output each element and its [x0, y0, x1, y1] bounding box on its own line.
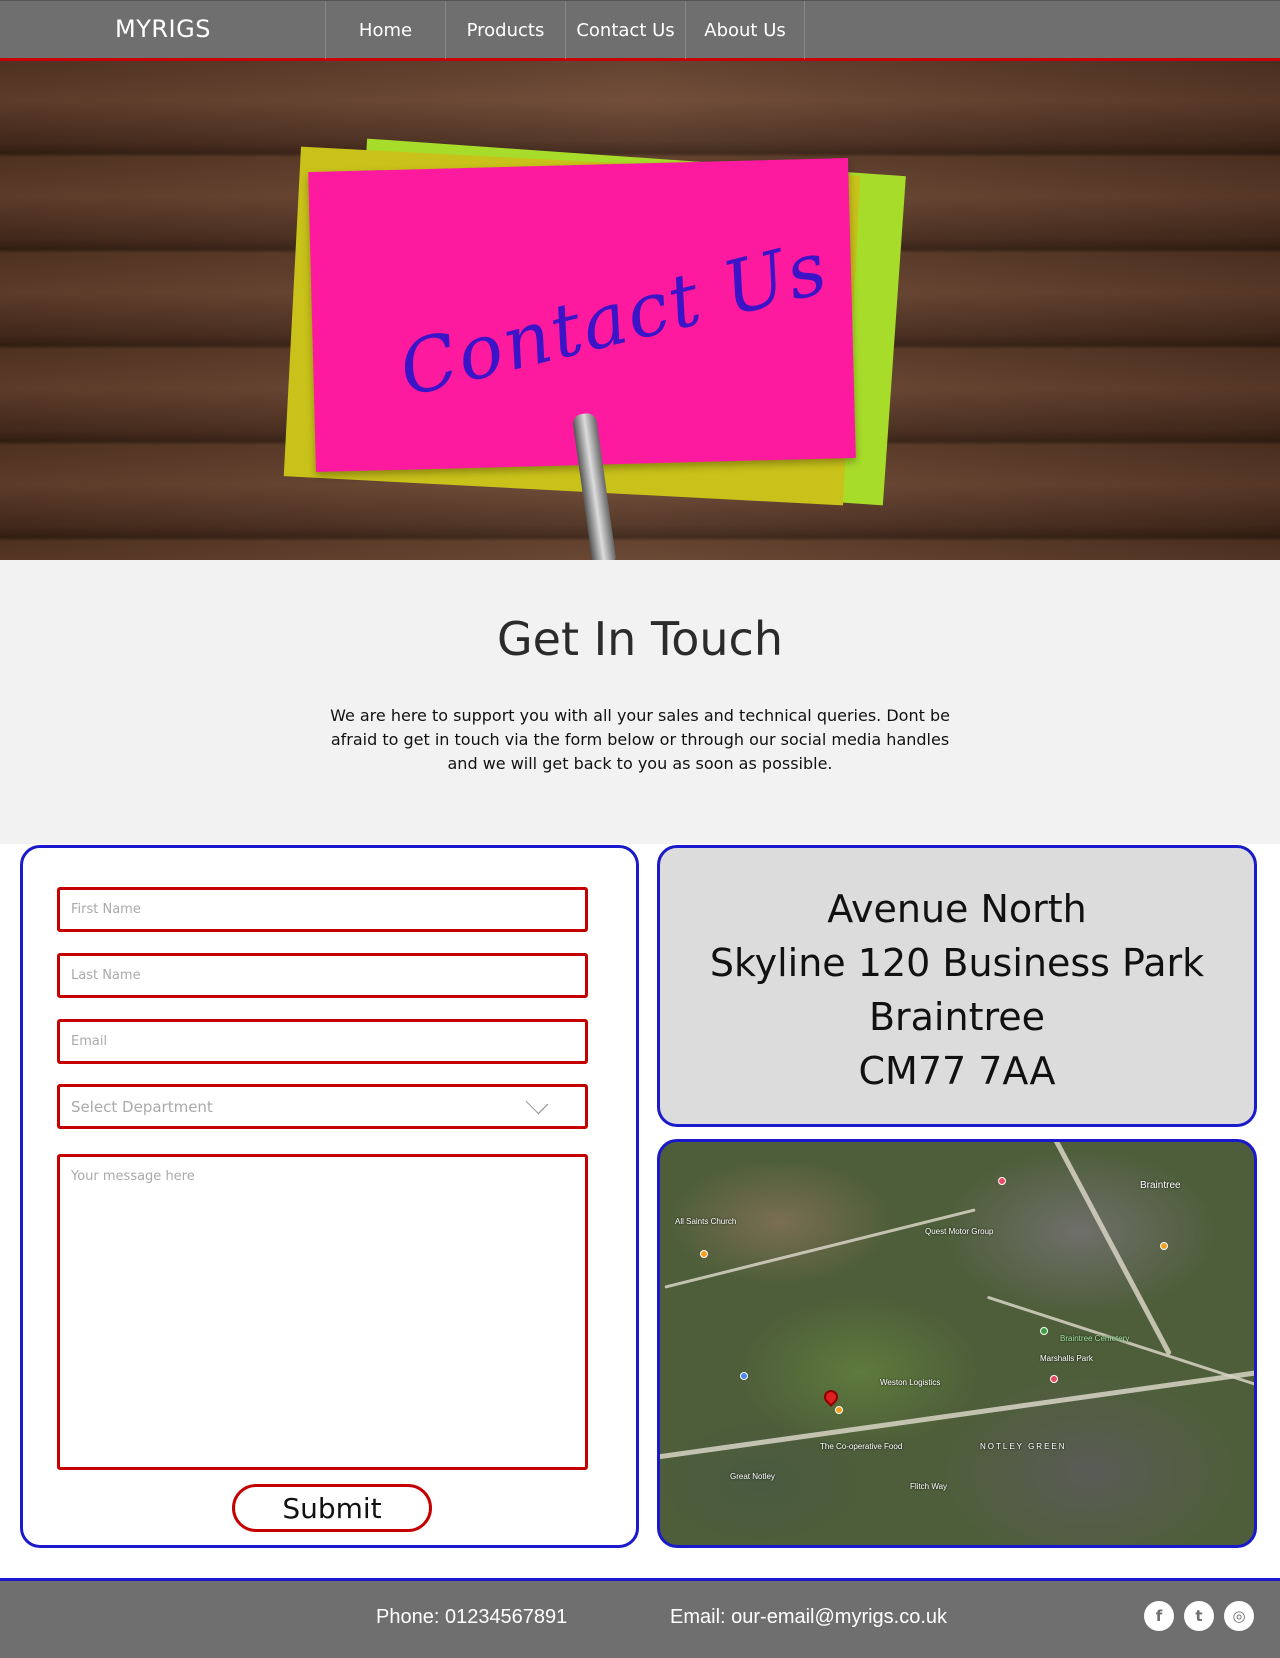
map-poi[interactable]: [1040, 1327, 1048, 1335]
email-input[interactable]: Email: [57, 1019, 588, 1064]
submit-button[interactable]: Submit: [232, 1484, 432, 1532]
brand-logo[interactable]: MYRIGS: [115, 15, 211, 43]
nav-item-home[interactable]: Home: [325, 1, 445, 59]
map-poi[interactable]: [700, 1250, 708, 1258]
map-label: Great Notley: [730, 1472, 775, 1481]
map-label: NOTLEY GREEN: [980, 1442, 1067, 1451]
dribbble-icon[interactable]: ◎: [1224, 1601, 1254, 1631]
map-label: Quest Motor Group: [925, 1227, 994, 1236]
nav-item-products[interactable]: Products: [445, 1, 565, 59]
map-poi[interactable]: [1050, 1375, 1058, 1383]
address-line: CM77 7AA: [858, 1049, 1056, 1093]
address-line: Avenue North: [827, 887, 1087, 931]
map-poi[interactable]: [740, 1372, 748, 1380]
location-map[interactable]: All Saints Church Braintree Quest Motor …: [657, 1139, 1257, 1548]
map-label: Braintree Cemetery: [1060, 1334, 1130, 1343]
chevron-down-icon: [525, 1091, 549, 1114]
last-name-input[interactable]: Last Name: [57, 953, 588, 998]
twitter-icon[interactable]: t: [1184, 1601, 1214, 1631]
footer-phone[interactable]: Phone: 01234567891: [376, 1606, 567, 1629]
address-line: Braintree: [868, 995, 1046, 1039]
location-pin-icon[interactable]: [821, 1387, 841, 1407]
map-poi[interactable]: [998, 1177, 1006, 1185]
facebook-icon[interactable]: f: [1144, 1601, 1174, 1631]
nav-menu: Home Products Contact Us About Us: [325, 1, 805, 59]
intro-section: Get In Touch We are here to support you …: [0, 560, 1280, 844]
page-title: Get In Touch: [497, 612, 783, 666]
map-label: Marshalls Park: [1040, 1354, 1093, 1363]
intro-text: We are here to support you with all your…: [330, 706, 950, 773]
nav-item-about-us[interactable]: About Us: [685, 1, 805, 59]
hero-image: Contact Us: [0, 61, 1280, 560]
footer: Phone: 01234567891 Email: our-email@myri…: [0, 1578, 1280, 1658]
department-select-label: Select Department: [71, 1097, 213, 1116]
address-card: Avenue North Skyline 120 Business Park B…: [657, 845, 1257, 1127]
map-label: Flitch Way: [910, 1482, 948, 1491]
top-nav: MYRIGS Home Products Contact Us About Us: [0, 0, 1280, 61]
map-label: Weston Logistics: [880, 1378, 941, 1387]
map-road: [660, 1367, 1254, 1462]
map-label: The Co-operative Food: [820, 1442, 903, 1451]
map-label: All Saints Church: [675, 1217, 737, 1226]
contact-form: First Name Last Name Email Select Depart…: [20, 845, 639, 1548]
address-line: Skyline 120 Business Park: [709, 941, 1205, 985]
footer-email[interactable]: Email: our-email@myrigs.co.uk: [670, 1606, 947, 1629]
department-select[interactable]: Select Department: [57, 1084, 588, 1129]
nav-item-contact-us[interactable]: Contact Us: [565, 1, 685, 59]
map-poi[interactable]: [1160, 1242, 1168, 1250]
message-textarea[interactable]: Your message here: [57, 1154, 588, 1470]
first-name-input[interactable]: First Name: [57, 887, 588, 932]
map-label: Braintree: [1140, 1180, 1181, 1191]
map-poi[interactable]: [835, 1406, 843, 1414]
map-road: [1007, 1142, 1173, 1356]
